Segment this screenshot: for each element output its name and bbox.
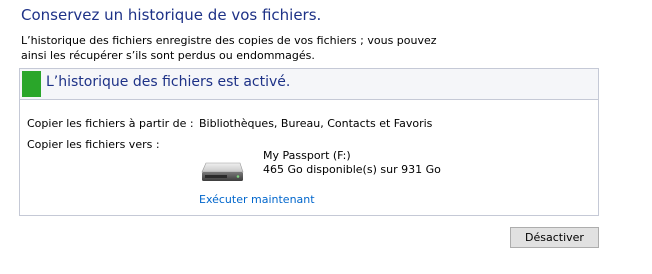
copy-to-label: Copier les fichiers vers : (27, 138, 160, 151)
run-now-link[interactable]: Exécuter maintenant (199, 193, 315, 206)
page-description: L’historique des fichiers enregistre des… (21, 34, 437, 62)
drive-space: 465 Go disponible(s) sur 931 Go (263, 163, 441, 176)
copy-from-value: Bibliothèques, Bureau, Contacts et Favor… (199, 117, 433, 130)
status-indicator (22, 71, 41, 97)
page-title: Conservez un historique de vos fichiers. (21, 6, 322, 24)
hard-drive-icon (201, 162, 244, 181)
status-header: L’historique des fichiers est activé. (20, 69, 598, 100)
status-text: L’historique des fichiers est activé. (46, 74, 291, 90)
drive-name: My Passport (F:) (263, 149, 351, 162)
status-panel: L’historique des fichiers est activé. Co… (19, 68, 599, 216)
copy-from-label: Copier les fichiers à partir de : (27, 117, 194, 130)
file-history-page: Conservez un historique de vos fichiers.… (0, 0, 652, 274)
disable-button[interactable]: Désactiver (510, 227, 599, 248)
